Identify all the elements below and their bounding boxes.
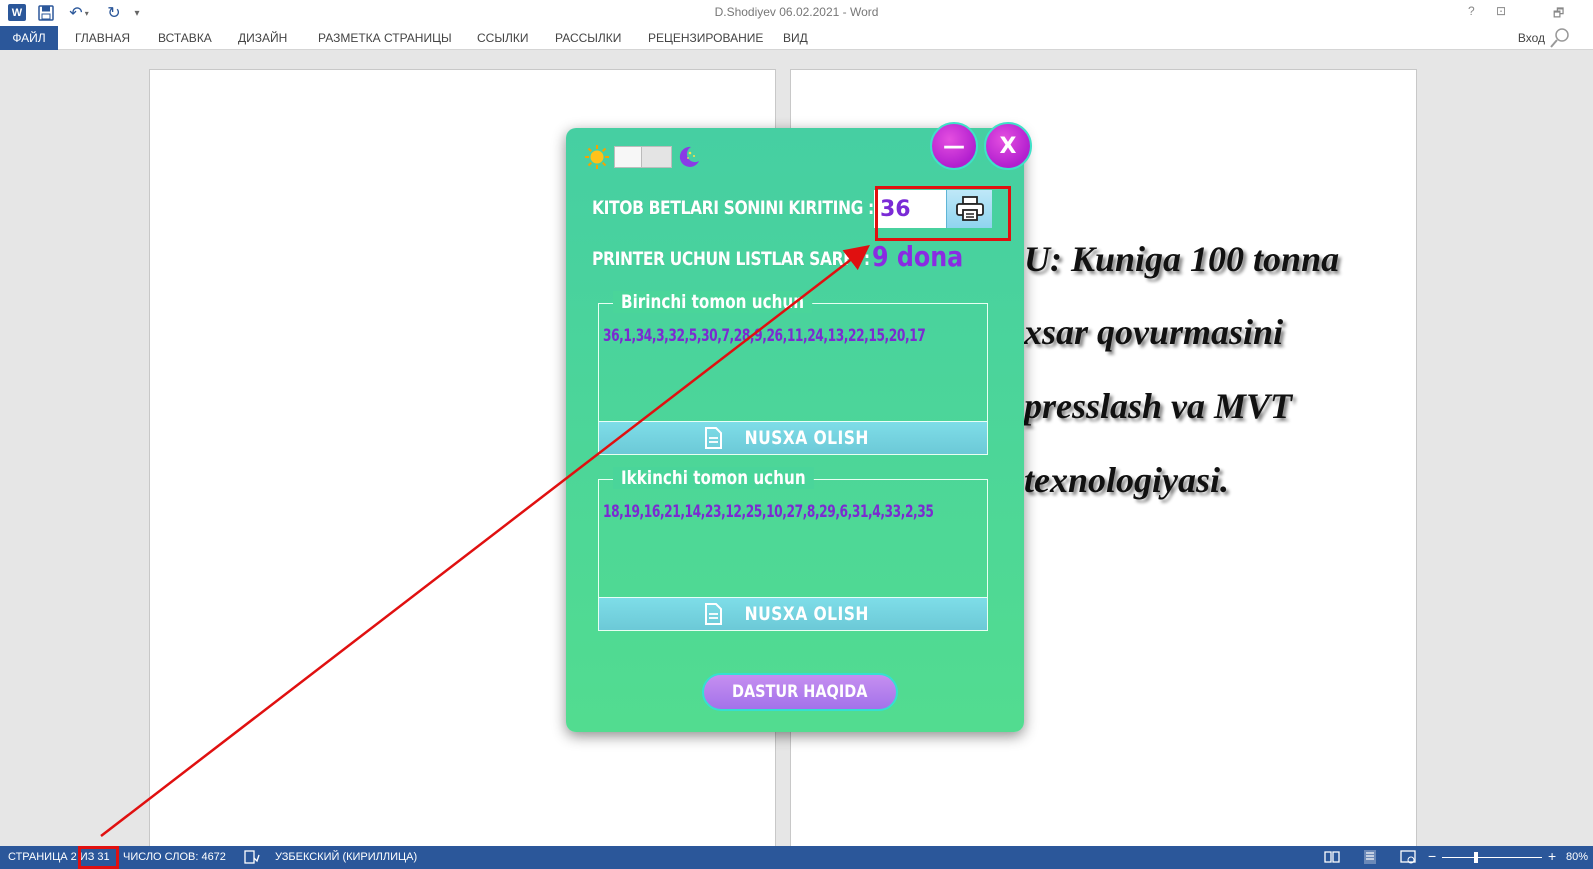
second-side-sequence[interactable]: 18,19,16,21,14,23,12,25,10,27,8,29,6,31,…	[603, 502, 934, 522]
word-count[interactable]: ЧИСЛО СЛОВ: 4672	[123, 851, 226, 863]
second-side-group: Ikkinchi tomon uchun 18,19,16,21,14,23,1…	[598, 467, 988, 631]
copy-first-side-button[interactable]: NUSXA OLISH	[599, 421, 987, 454]
sheets-value: 9 dona	[872, 240, 964, 273]
document-text-line: xsar qovurmasini	[1024, 312, 1284, 352]
theme-toggle-track[interactable]	[614, 146, 672, 168]
zoom-in-button[interactable]: +	[1548, 848, 1556, 864]
sheets-label: PRINTER UCHUN LISTLAR SARFI :	[592, 248, 870, 270]
web-layout-icon[interactable]	[1400, 849, 1416, 865]
avatar-icon[interactable]	[1549, 27, 1571, 49]
proofing-icon[interactable]	[244, 849, 260, 865]
read-mode-icon[interactable]	[1324, 849, 1340, 865]
zoom-out-button[interactable]: −	[1428, 848, 1436, 864]
document-text-line: texnologiyasi.	[1024, 460, 1229, 500]
tab-file[interactable]: ФАЙЛ	[0, 26, 58, 50]
theme-toggle-knob[interactable]	[615, 147, 642, 167]
zoom-slider[interactable]	[1442, 857, 1542, 858]
annotation-highlight-box	[875, 186, 1011, 241]
tab-design[interactable]: ДИЗАЙН	[238, 31, 287, 45]
tab-review[interactable]: РЕЦЕНЗИРОВАНИЕ	[648, 31, 763, 45]
copy-label: NUSXA OLISH	[744, 603, 870, 625]
about-button[interactable]: DASTUR HAQIDA	[702, 673, 898, 711]
tab-insert[interactable]: ВСТАВКА	[158, 31, 212, 45]
signin-link[interactable]: Вход	[1518, 31, 1545, 45]
print-layout-icon[interactable]	[1362, 849, 1378, 865]
ribbon-display-icon[interactable]: ⊡	[1496, 4, 1506, 18]
document-text-line: U: Kuniga 100 tonna	[1024, 239, 1340, 279]
annotation-highlight-box	[78, 846, 119, 869]
second-side-title: Ikkinchi tomon uchun	[613, 467, 814, 489]
tab-home[interactable]: ГЛАВНАЯ	[75, 31, 130, 45]
tab-view[interactable]: ВИД	[783, 31, 808, 45]
minimize-button[interactable]: —	[930, 122, 978, 170]
document-text-line: presslash va MVT	[1024, 386, 1293, 426]
pages-label: KITOB BETLARI SONINI KIRITING :	[592, 197, 874, 219]
zoom-level[interactable]: 80%	[1566, 851, 1588, 863]
sun-icon	[585, 145, 609, 169]
tab-mailings[interactable]: РАССЫЛКИ	[555, 31, 621, 45]
tab-references[interactable]: ССЫЛКИ	[477, 31, 528, 45]
tab-page-layout[interactable]: РАЗМЕТКА СТРАНИЦЫ	[318, 31, 452, 45]
help-icon[interactable]: ?	[1468, 4, 1475, 18]
window-title: D.Shodiyev 06.02.2021 - Word	[714, 5, 879, 19]
zoom-slider-thumb[interactable]	[1474, 852, 1478, 863]
moon-icon	[679, 146, 699, 167]
first-side-title: Birinchi tomon uchun	[613, 291, 813, 313]
first-side-group: Birinchi tomon uchun 36,1,34,3,32,5,30,7…	[598, 291, 988, 455]
status-bar: СТРАНИЦА 2 ИЗ 31 ЧИСЛО СЛОВ: 4672 УЗБЕКС…	[0, 846, 1593, 869]
title-bar: W ↶ ▾ ↻ ▾ D.Shodiyev 06.02.2021 - Word ? …	[0, 0, 1593, 26]
theme-toggle[interactable]	[584, 144, 702, 170]
close-button[interactable]: X	[984, 122, 1032, 170]
copy-second-side-button[interactable]: NUSXA OLISH	[599, 597, 987, 630]
restore-icon[interactable]: 🗗	[1553, 4, 1564, 25]
copy-icon	[705, 427, 723, 449]
copy-icon	[705, 603, 723, 625]
about-label: DASTUR HAQIDA	[732, 682, 868, 702]
copy-label: NUSXA OLISH	[744, 427, 870, 449]
language-indicator[interactable]: УЗБЕКСКИЙ (КИРИЛЛИЦА)	[275, 851, 417, 863]
ribbon-tabs: ФАЙЛ ГЛАВНАЯ ВСТАВКА ДИЗАЙН РАЗМЕТКА СТР…	[0, 26, 1593, 50]
first-side-sequence[interactable]: 36,1,34,3,32,5,30,7,28,9,26,11,24,13,22,…	[603, 326, 926, 346]
